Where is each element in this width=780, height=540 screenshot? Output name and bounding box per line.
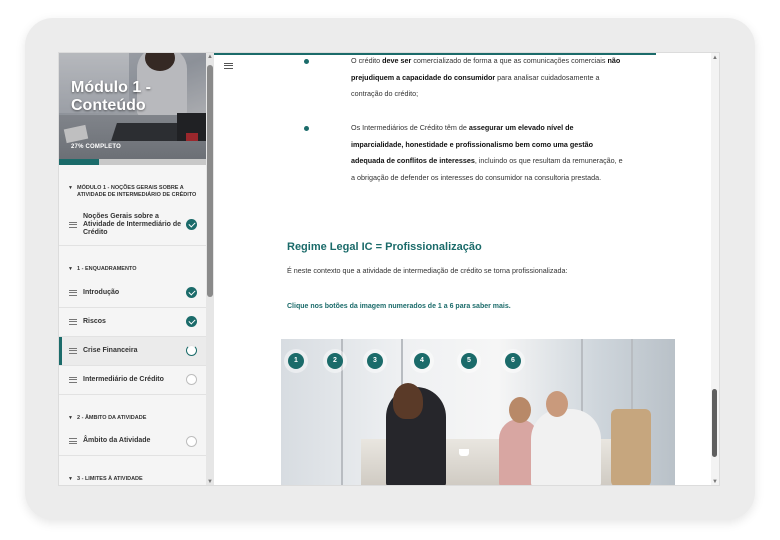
hotspot-button-5[interactable]: 5	[461, 353, 477, 369]
content-area: O crédito deve ser comercializado de for…	[214, 53, 719, 485]
nav-lesson-item[interactable]: Introdução	[59, 279, 206, 308]
empty-circle-icon	[186, 374, 197, 385]
menu-icon[interactable]	[224, 61, 233, 70]
caret-down-icon: ▼	[68, 414, 73, 421]
scroll-up-icon[interactable]: ▲	[712, 55, 718, 61]
bullet-text: Os Intermediários de Crédito têm de asse…	[351, 120, 623, 186]
scroll-up-icon[interactable]: ▲	[207, 54, 213, 60]
nav-lesson-label: Intermediário de Crédito	[83, 375, 164, 383]
lesson-lines-icon	[69, 288, 77, 297]
lesson-lines-icon	[69, 220, 77, 229]
nav-section-label: MÓDULO 1 - NOÇÕES GERAIS SOBRE A ATIVIDA…	[77, 185, 197, 198]
caret-down-icon: ▼	[68, 476, 73, 482]
hotspot-button-1[interactable]: 1	[288, 353, 304, 369]
check-circle-icon	[186, 219, 197, 230]
nav-lesson-label: Riscos	[83, 317, 106, 325]
nav-lesson-item[interactable]: Noções Gerais sobre a Atividade de Inter…	[59, 204, 206, 246]
nav-lesson-item[interactable]: Intermediário de Crédito	[59, 366, 206, 395]
content-scrollbar[interactable]: ▲ ▼	[711, 53, 719, 485]
in-progress-icon	[186, 345, 197, 356]
scroll-down-icon[interactable]: ▼	[207, 479, 213, 485]
empty-circle-icon	[186, 435, 197, 447]
content-scroll-thumb[interactable]	[712, 389, 717, 457]
intro-text: É neste contexto que a atividade de inte…	[287, 266, 568, 275]
nav-lesson-label: Âmbito da Atividade	[83, 437, 151, 444]
bullet-icon	[304, 126, 309, 131]
bullet-icon	[304, 59, 309, 64]
interactive-image: 1 2 3 4 5 6	[281, 339, 675, 485]
hotspot-button-6[interactable]: 6	[505, 353, 521, 369]
sidebar-scrollbar[interactable]: ▲ ▼	[206, 53, 214, 485]
hotspot-button-3[interactable]: 3	[367, 353, 383, 369]
lesson-lines-icon	[69, 375, 77, 384]
sidebar-scroll-thumb[interactable]	[207, 65, 213, 297]
nav-lesson-item[interactable]: Âmbito da Atividade	[59, 427, 206, 456]
nav-section-label: 2 - ÂMBITO DA ATIVIDADE	[77, 414, 147, 421]
text-segment: Os Intermediários de Crédito têm de	[351, 123, 469, 132]
nav-lesson-label: Crise Financeira	[83, 346, 138, 354]
nav-lesson-label: Introdução	[83, 288, 120, 296]
caret-down-icon: ▼	[68, 185, 73, 191]
nav-section-header[interactable]: ▼ 3 - LIMITES À ATIVIDADE	[59, 456, 206, 485]
nav-lesson-item[interactable]: Crise Financeira	[59, 336, 206, 366]
nav-section-header[interactable]: ▼ 2 - ÂMBITO DA ATIVIDADE	[59, 395, 206, 428]
sidebar: Módulo 1 - Conteúdo 27% COMPLETO ▼ MÓDULO…	[59, 53, 214, 485]
scroll-down-icon[interactable]: ▼	[712, 479, 718, 485]
section-heading: Regime Legal IC = Profissionalização	[287, 241, 482, 253]
lesson-nav: ▼ MÓDULO 1 - NOÇÕES GERAIS SOBRE A ATIVID…	[59, 165, 206, 485]
hotspot-button-2[interactable]: 2	[327, 353, 343, 369]
nav-section-header[interactable]: ▼ 1 - ENQUADRAMENTO	[59, 246, 206, 279]
lesson-lines-icon	[69, 317, 77, 326]
instruction-text: Clique nos botões da imagem numerados de…	[287, 303, 511, 310]
hotspot-button-4[interactable]: 4	[414, 353, 430, 369]
nav-section-header[interactable]: ▼ MÓDULO 1 - NOÇÕES GERAIS SOBRE A ATIVID…	[59, 165, 206, 204]
lesson-lines-icon	[69, 437, 77, 446]
nav-section-label: 1 - ENQUADRAMENTO	[77, 266, 137, 272]
bold-text: deve ser	[382, 56, 412, 65]
nav-lesson-label: Noções Gerais sobre a Atividade de Inter…	[83, 212, 182, 236]
course-player: Módulo 1 - Conteúdo 27% COMPLETO ▼ MÓDULO…	[58, 52, 720, 486]
module-header: Módulo 1 - Conteúdo 27% COMPLETO	[59, 53, 206, 165]
lesson-lines-icon	[69, 346, 77, 355]
nav-section-label: 3 - LIMITES À ATIVIDADE	[77, 476, 143, 482]
text-segment: comercializado de forma a que as comunic…	[411, 56, 608, 65]
module-title: Módulo 1 - Conteúdo	[71, 79, 151, 114]
caret-down-icon: ▼	[68, 266, 73, 272]
progress-label: 27% COMPLETO	[71, 144, 121, 150]
nav-lesson-item[interactable]: Riscos	[59, 308, 206, 337]
check-circle-icon	[186, 316, 197, 327]
bullet-text: O crédito deve ser comercializado de for…	[351, 53, 621, 103]
text-segment: O crédito	[351, 56, 383, 65]
check-circle-icon	[186, 287, 197, 298]
